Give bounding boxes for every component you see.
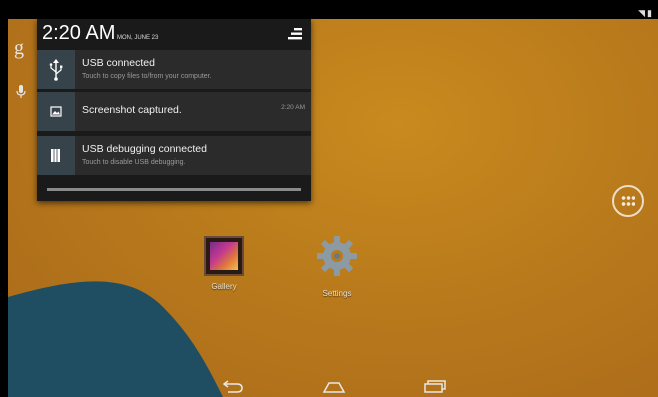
recent-apps-button[interactable]	[424, 380, 446, 393]
battery-icon: ▮	[647, 8, 654, 18]
image-icon	[37, 92, 75, 131]
notification-header: 2:20 AM MON, JUNE 23	[37, 19, 311, 50]
status-bar: ◥▮	[8, 7, 658, 19]
gallery-icon[interactable]	[204, 236, 244, 276]
app-drawer-button[interactable]	[612, 185, 644, 217]
app-label: Settings	[322, 289, 352, 298]
debug-icon	[37, 136, 75, 175]
apps-grid-icon	[621, 195, 635, 207]
app-label: Gallery	[211, 282, 237, 291]
gallery-app[interactable]: Gallery	[189, 236, 259, 291]
date: MON, JUNE 23	[117, 35, 159, 41]
settings-gear-icon[interactable]	[315, 234, 359, 278]
notification-title: USB debugging connected	[82, 143, 207, 155]
notification-subtitle: Touch to disable USB debugging.	[82, 159, 186, 166]
notification-title: Screenshot captured.	[82, 104, 182, 116]
back-button[interactable]	[222, 379, 244, 393]
notification-usb-debugging[interactable]: USB debugging connected Touch to disable…	[37, 136, 311, 175]
notification-screenshot-captured[interactable]: Screenshot captured. 2:20 AM	[37, 92, 311, 131]
notification-title: USB connected	[82, 57, 155, 69]
settings-app[interactable]: Settings	[302, 234, 372, 298]
notification-panel[interactable]: 2:20 AM MON, JUNE 23 USB connected Touch…	[37, 19, 311, 201]
wifi-icon: ◥	[638, 8, 648, 18]
notification-subtitle: Touch to copy files to/from your compute…	[82, 73, 212, 80]
google-icon[interactable]: g	[14, 37, 24, 60]
panel-drag-handle[interactable]	[47, 188, 301, 191]
navigation-bar	[8, 371, 658, 397]
usb-icon	[37, 50, 75, 89]
notification-time: 2:20 AM	[281, 104, 305, 111]
quick-settings-icon[interactable]	[288, 27, 302, 41]
clock: 2:20 AM	[42, 22, 116, 44]
notification-usb-connected[interactable]: USB connected Touch to copy files to/fro…	[37, 50, 311, 89]
home-button[interactable]	[322, 381, 346, 393]
mic-icon[interactable]	[16, 85, 26, 102]
